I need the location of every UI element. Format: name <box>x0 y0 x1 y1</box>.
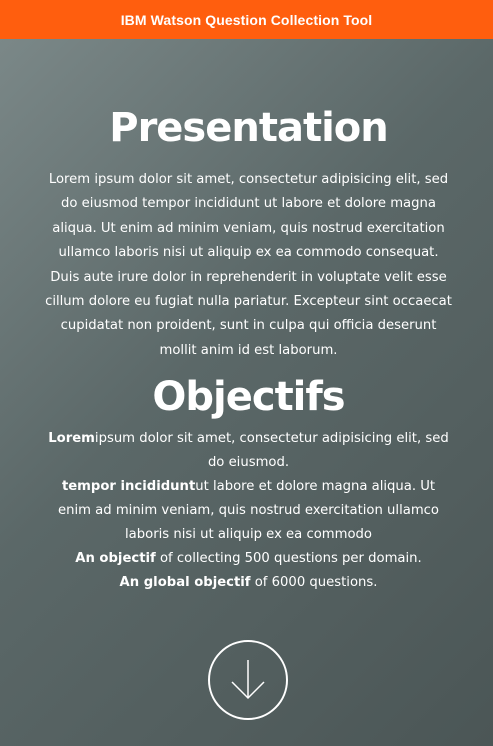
objectif-line-1-text: ipsum dolor sit amet, consectetur adipis… <box>94 431 449 471</box>
objectif-line-4-bold: An global objectif <box>119 575 251 591</box>
objectifs-text: Loremipsum dolor sit amet, consectetur a… <box>44 427 453 595</box>
objectifs-heading: Objectifs <box>152 374 345 421</box>
app-title: IBM Watson Question Collection Tool <box>120 11 373 28</box>
objectif-line-1-bold: Lorem <box>48 431 95 447</box>
objectif-line-4-text: of 6000 questions. <box>250 575 378 591</box>
presentation-text: Lorem ipsum dolor sit amet, consectetur … <box>45 172 452 358</box>
objectif-line-2: tempor incididuntut labore et dolore mag… <box>58 479 439 542</box>
objectif-line-1: Loremipsum dolor sit amet, consectetur a… <box>48 431 448 470</box>
arrow-down-icon <box>231 660 265 700</box>
top-bar: IBM Watson Question Collection Tool <box>0 0 493 39</box>
main-content: Presentation Lorem ipsum dolor sit amet,… <box>44 100 453 595</box>
objectif-line-3-bold: An objectif <box>75 551 156 567</box>
objectif-line-3-text: of collecting 500 questions per domain. <box>155 551 422 567</box>
objectif-line-4: An global objectif of 6000 questions. <box>120 575 378 590</box>
objectif-line-2-bold: tempor incididunt <box>61 479 196 495</box>
presentation-heading: Presentation <box>109 105 389 151</box>
objectif-line-3: An objectif of collecting 500 questions … <box>75 551 421 566</box>
scroll-down-button[interactable] <box>208 640 288 720</box>
